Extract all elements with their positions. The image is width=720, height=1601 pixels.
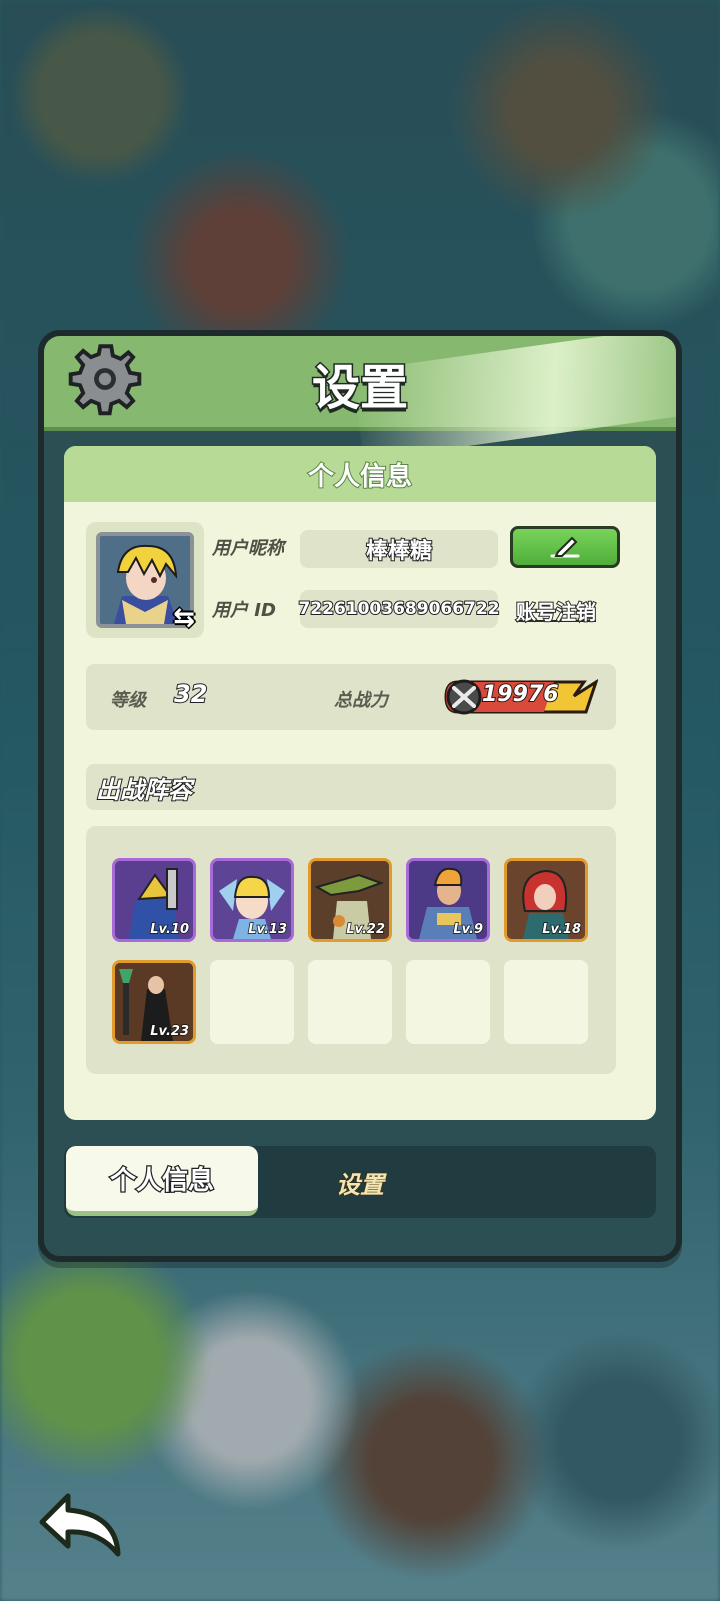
pencil-icon xyxy=(550,536,580,558)
user-id-field: 72261003689066722 xyxy=(297,590,501,628)
hero-level: Lv.22 xyxy=(346,921,386,938)
empty-hero-slot[interactable] xyxy=(308,960,392,1044)
empty-hero-slot[interactable] xyxy=(504,960,588,1044)
hero-level: Lv.23 xyxy=(150,1023,190,1040)
power-value: 19976 xyxy=(481,681,560,708)
panel-header: 设置 xyxy=(44,336,676,431)
power-badge: 19976 xyxy=(444,678,599,716)
bottom-tab-bar: 个人信息 设置 xyxy=(64,1146,656,1218)
power-label: 总战力 xyxy=(334,690,388,711)
avatar-frame[interactable]: ⇆ xyxy=(86,522,204,638)
hero-level: Lv.13 xyxy=(248,921,288,938)
hero-slot-2[interactable]: Lv.13 xyxy=(210,858,294,942)
tab-settings[interactable]: 设置 xyxy=(260,1146,460,1218)
swap-avatar-icon[interactable]: ⇆ xyxy=(168,604,200,632)
hero-level: Lv.18 xyxy=(542,921,582,938)
edit-nickname-button[interactable] xyxy=(510,526,620,568)
tab-personal-info[interactable]: 个人信息 xyxy=(66,1146,258,1216)
back-arrow-icon[interactable] xyxy=(38,1490,128,1560)
hero-slot-5[interactable]: Lv.18 xyxy=(504,858,588,942)
account-logout-link[interactable]: 账号注销 xyxy=(515,596,597,625)
user-id-label: 用户 ID xyxy=(212,600,276,621)
profile-row: ⇆ 用户昵称 棒棒糖 用户 ID 72261003689066722 账号注销 xyxy=(86,522,634,640)
hero-slot-1[interactable]: Lv.10 xyxy=(112,858,196,942)
profile-section-title: 个人信息 xyxy=(64,446,656,502)
nickname-field: 棒棒糖 xyxy=(300,530,498,568)
level-value: 32 xyxy=(173,679,208,709)
hero-level: Lv.10 xyxy=(150,921,190,938)
empty-hero-slot[interactable] xyxy=(210,960,294,1044)
hero-slot-6[interactable]: Lv.23 xyxy=(112,960,196,1044)
empty-hero-slot[interactable] xyxy=(406,960,490,1044)
stats-row: 等级 32 总战力 19976 xyxy=(86,664,616,730)
hero-slot-4[interactable]: Lv.9 xyxy=(406,858,490,942)
settings-panel: 设置 个人信息 ⇆ 用户昵称 棒棒糖 用户 ID 722610036890667… xyxy=(38,330,682,1262)
panel-title: 设置 xyxy=(310,359,409,418)
hero-level: Lv.9 xyxy=(453,921,484,938)
hero-slot-3[interactable]: Lv.22 xyxy=(308,858,392,942)
lineup-title: 出战阵容 xyxy=(86,764,616,810)
profile-card: 个人信息 ⇆ 用户昵称 棒棒糖 用户 ID 72261003689066722 … xyxy=(64,446,656,1120)
level-label: 等级 xyxy=(110,690,146,711)
nickname-label: 用户昵称 xyxy=(212,538,284,559)
lineup-grid: Lv.10 Lv.13 Lv.22 Lv.9 Lv.18 Lv.23 xyxy=(86,826,616,1074)
